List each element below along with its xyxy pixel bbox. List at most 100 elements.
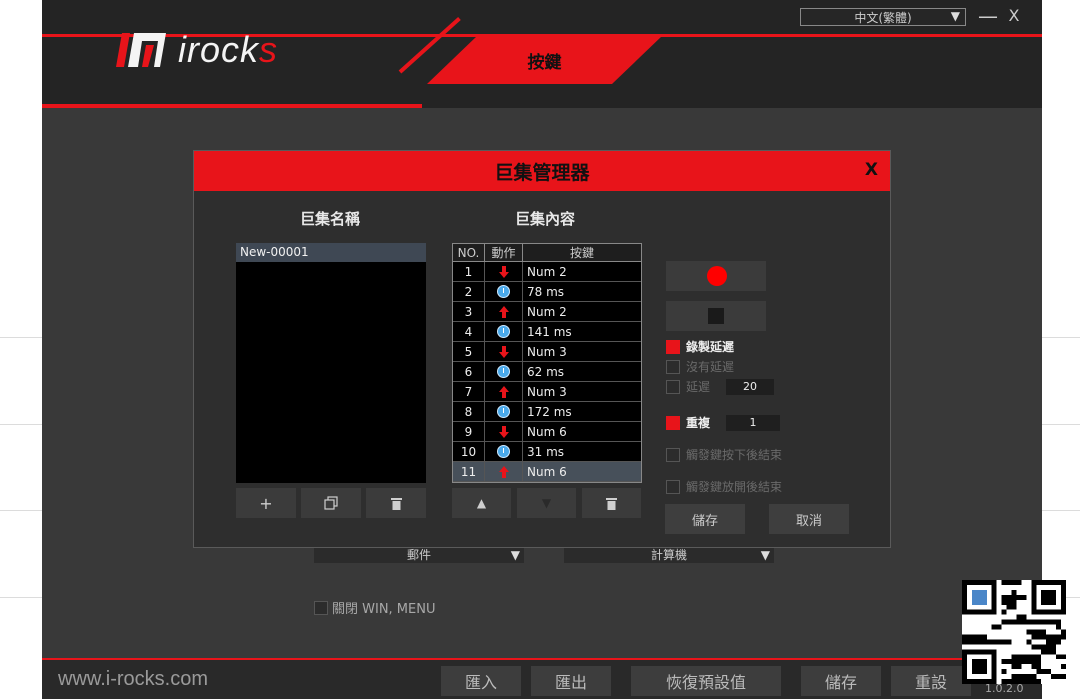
step-key: 62 ms [527, 365, 565, 379]
move-down-button[interactable]: ▼ [517, 488, 576, 518]
step-number: 10 [453, 442, 485, 461]
language-select[interactable]: 中文(繁體) ▼ [800, 8, 966, 26]
dialog-cancel-button[interactable]: 取消 [769, 504, 849, 534]
minimize-button[interactable]: — [978, 4, 998, 28]
step-number: 9 [453, 422, 485, 441]
table-row[interactable]: 11 Num 6 [453, 462, 641, 482]
table-row[interactable]: 8 172 ms [453, 402, 641, 422]
table-row[interactable]: 3 Num 2 [453, 302, 641, 322]
copy-macro-button[interactable] [301, 488, 361, 518]
function-dropdown-calculator[interactable]: 計算機 ▼ [564, 547, 774, 563]
step-action [485, 462, 523, 481]
repeat-value-input[interactable]: 1 [726, 414, 781, 431]
column-header-key: 按鍵 [569, 246, 594, 260]
step-action [485, 442, 523, 461]
step-action [485, 262, 523, 281]
list-item[interactable]: New-00001 [236, 243, 426, 262]
table-row[interactable]: 1 Num 2 [453, 262, 641, 282]
step-key: Num 2 [527, 265, 567, 279]
step-action [485, 382, 523, 401]
record-icon [707, 266, 727, 286]
dialog-close-button[interactable]: X [865, 160, 878, 180]
dialog-save-button[interactable]: 儲存 [665, 504, 745, 534]
record-delay-checkbox[interactable] [666, 339, 680, 354]
table-row[interactable]: 5 Num 3 [453, 342, 641, 362]
dialog-header: 巨集管理器 X [194, 151, 890, 191]
footer-bar: www.i-rocks.com 匯入 匯出 恢復預設值 儲存 重設 1.0.2.… [42, 658, 1042, 699]
triangle-up-icon: ▲ [476, 496, 487, 510]
repeat-checkbox[interactable] [666, 415, 680, 430]
step-key: 172 ms [527, 405, 572, 419]
trash-icon [606, 497, 617, 510]
no-delay-label: 沒有延遲 [686, 360, 735, 374]
step-key: Num 3 [527, 345, 567, 359]
step-number: 11 [453, 462, 485, 481]
step-number: 4 [453, 322, 485, 341]
stop-button[interactable] [666, 301, 766, 331]
add-macro-button[interactable]: + [236, 488, 296, 518]
function-dropdown-mail[interactable]: 郵件 ▼ [314, 547, 524, 563]
clock-icon [497, 445, 510, 458]
step-key: 31 ms [527, 445, 565, 459]
step-action [485, 362, 523, 381]
delete-macro-button[interactable] [366, 488, 426, 518]
accent-line [42, 104, 422, 108]
end-on-press-option[interactable]: 觸發鍵按下後結束 [666, 446, 782, 463]
table-header: NO. 動作 按鍵 [453, 244, 641, 262]
website-link[interactable]: www.i-rocks.com [58, 668, 208, 691]
disable-win-menu-option[interactable]: 關閉 WIN, MENU [314, 598, 435, 617]
delay-value-input[interactable]: 20 [726, 378, 775, 395]
copy-icon [324, 496, 338, 510]
end-on-release-option[interactable]: 觸發鍵放開後結束 [666, 478, 782, 495]
step-key: Num 3 [527, 385, 567, 399]
table-row[interactable]: 7 Num 3 [453, 382, 641, 402]
top-bar: irocks 按鍵 中文(繁體) ▼ — X [42, 0, 1042, 108]
restore-defaults-button[interactable]: 恢復預設值 [631, 666, 781, 696]
export-button[interactable]: 匯出 [531, 666, 611, 696]
clock-icon [497, 405, 510, 418]
tab-keys[interactable]: 按鍵 [427, 36, 662, 84]
brand-mark-icon [116, 33, 166, 67]
step-key: Num 6 [527, 425, 567, 439]
record-button[interactable] [666, 261, 766, 291]
close-button[interactable]: X [1004, 6, 1024, 28]
end-on-release-checkbox[interactable] [666, 479, 680, 494]
end-on-press-checkbox[interactable] [666, 447, 680, 462]
macro-list[interactable]: New-00001 [236, 243, 426, 483]
triangle-down-icon: ▼ [541, 496, 552, 510]
move-up-button[interactable]: ▲ [452, 488, 511, 518]
step-number: 2 [453, 282, 485, 301]
reset-button[interactable]: 重設 [891, 666, 971, 696]
disable-win-menu-checkbox[interactable] [314, 600, 328, 615]
table-row[interactable]: 2 78 ms [453, 282, 641, 302]
fixed-delay-option[interactable]: 延遲 20 [666, 378, 775, 395]
table-row[interactable]: 9 Num 6 [453, 422, 641, 442]
no-delay-checkbox[interactable] [666, 359, 680, 374]
arrow-down-icon [498, 425, 509, 438]
table-row[interactable]: 10 31 ms [453, 442, 641, 462]
table-row[interactable]: 4 141 ms [453, 322, 641, 342]
clock-icon [497, 365, 510, 378]
chevron-down-icon: ▼ [510, 548, 520, 562]
step-number: 6 [453, 362, 485, 381]
delete-step-button[interactable] [582, 488, 641, 518]
import-button[interactable]: 匯入 [441, 666, 521, 696]
chevron-down-icon: ▼ [950, 9, 960, 23]
macro-content-table: NO. 動作 按鍵 1 Num 2 2 78 ms 3 Num 2 4 141 ms 5 Num … [452, 243, 642, 483]
clock-icon [497, 325, 510, 338]
step-action [485, 402, 523, 421]
arrow-up-icon [498, 385, 509, 398]
chevron-down-icon: ▼ [760, 548, 770, 562]
step-number: 1 [453, 262, 485, 281]
clock-icon [497, 285, 510, 298]
fixed-delay-checkbox[interactable] [666, 379, 680, 394]
column-header-no: NO. [453, 244, 485, 261]
step-action [485, 342, 523, 361]
repeat-option[interactable]: 重複 1 [666, 414, 781, 431]
brand-wordmark: irocks [178, 29, 279, 70]
no-delay-option[interactable]: 沒有延遲 [666, 358, 734, 375]
step-key: Num 6 [527, 465, 567, 479]
save-button[interactable]: 儲存 [801, 666, 881, 696]
table-row[interactable]: 6 62 ms [453, 362, 641, 382]
record-delay-option[interactable]: 錄製延遲 [666, 338, 734, 355]
